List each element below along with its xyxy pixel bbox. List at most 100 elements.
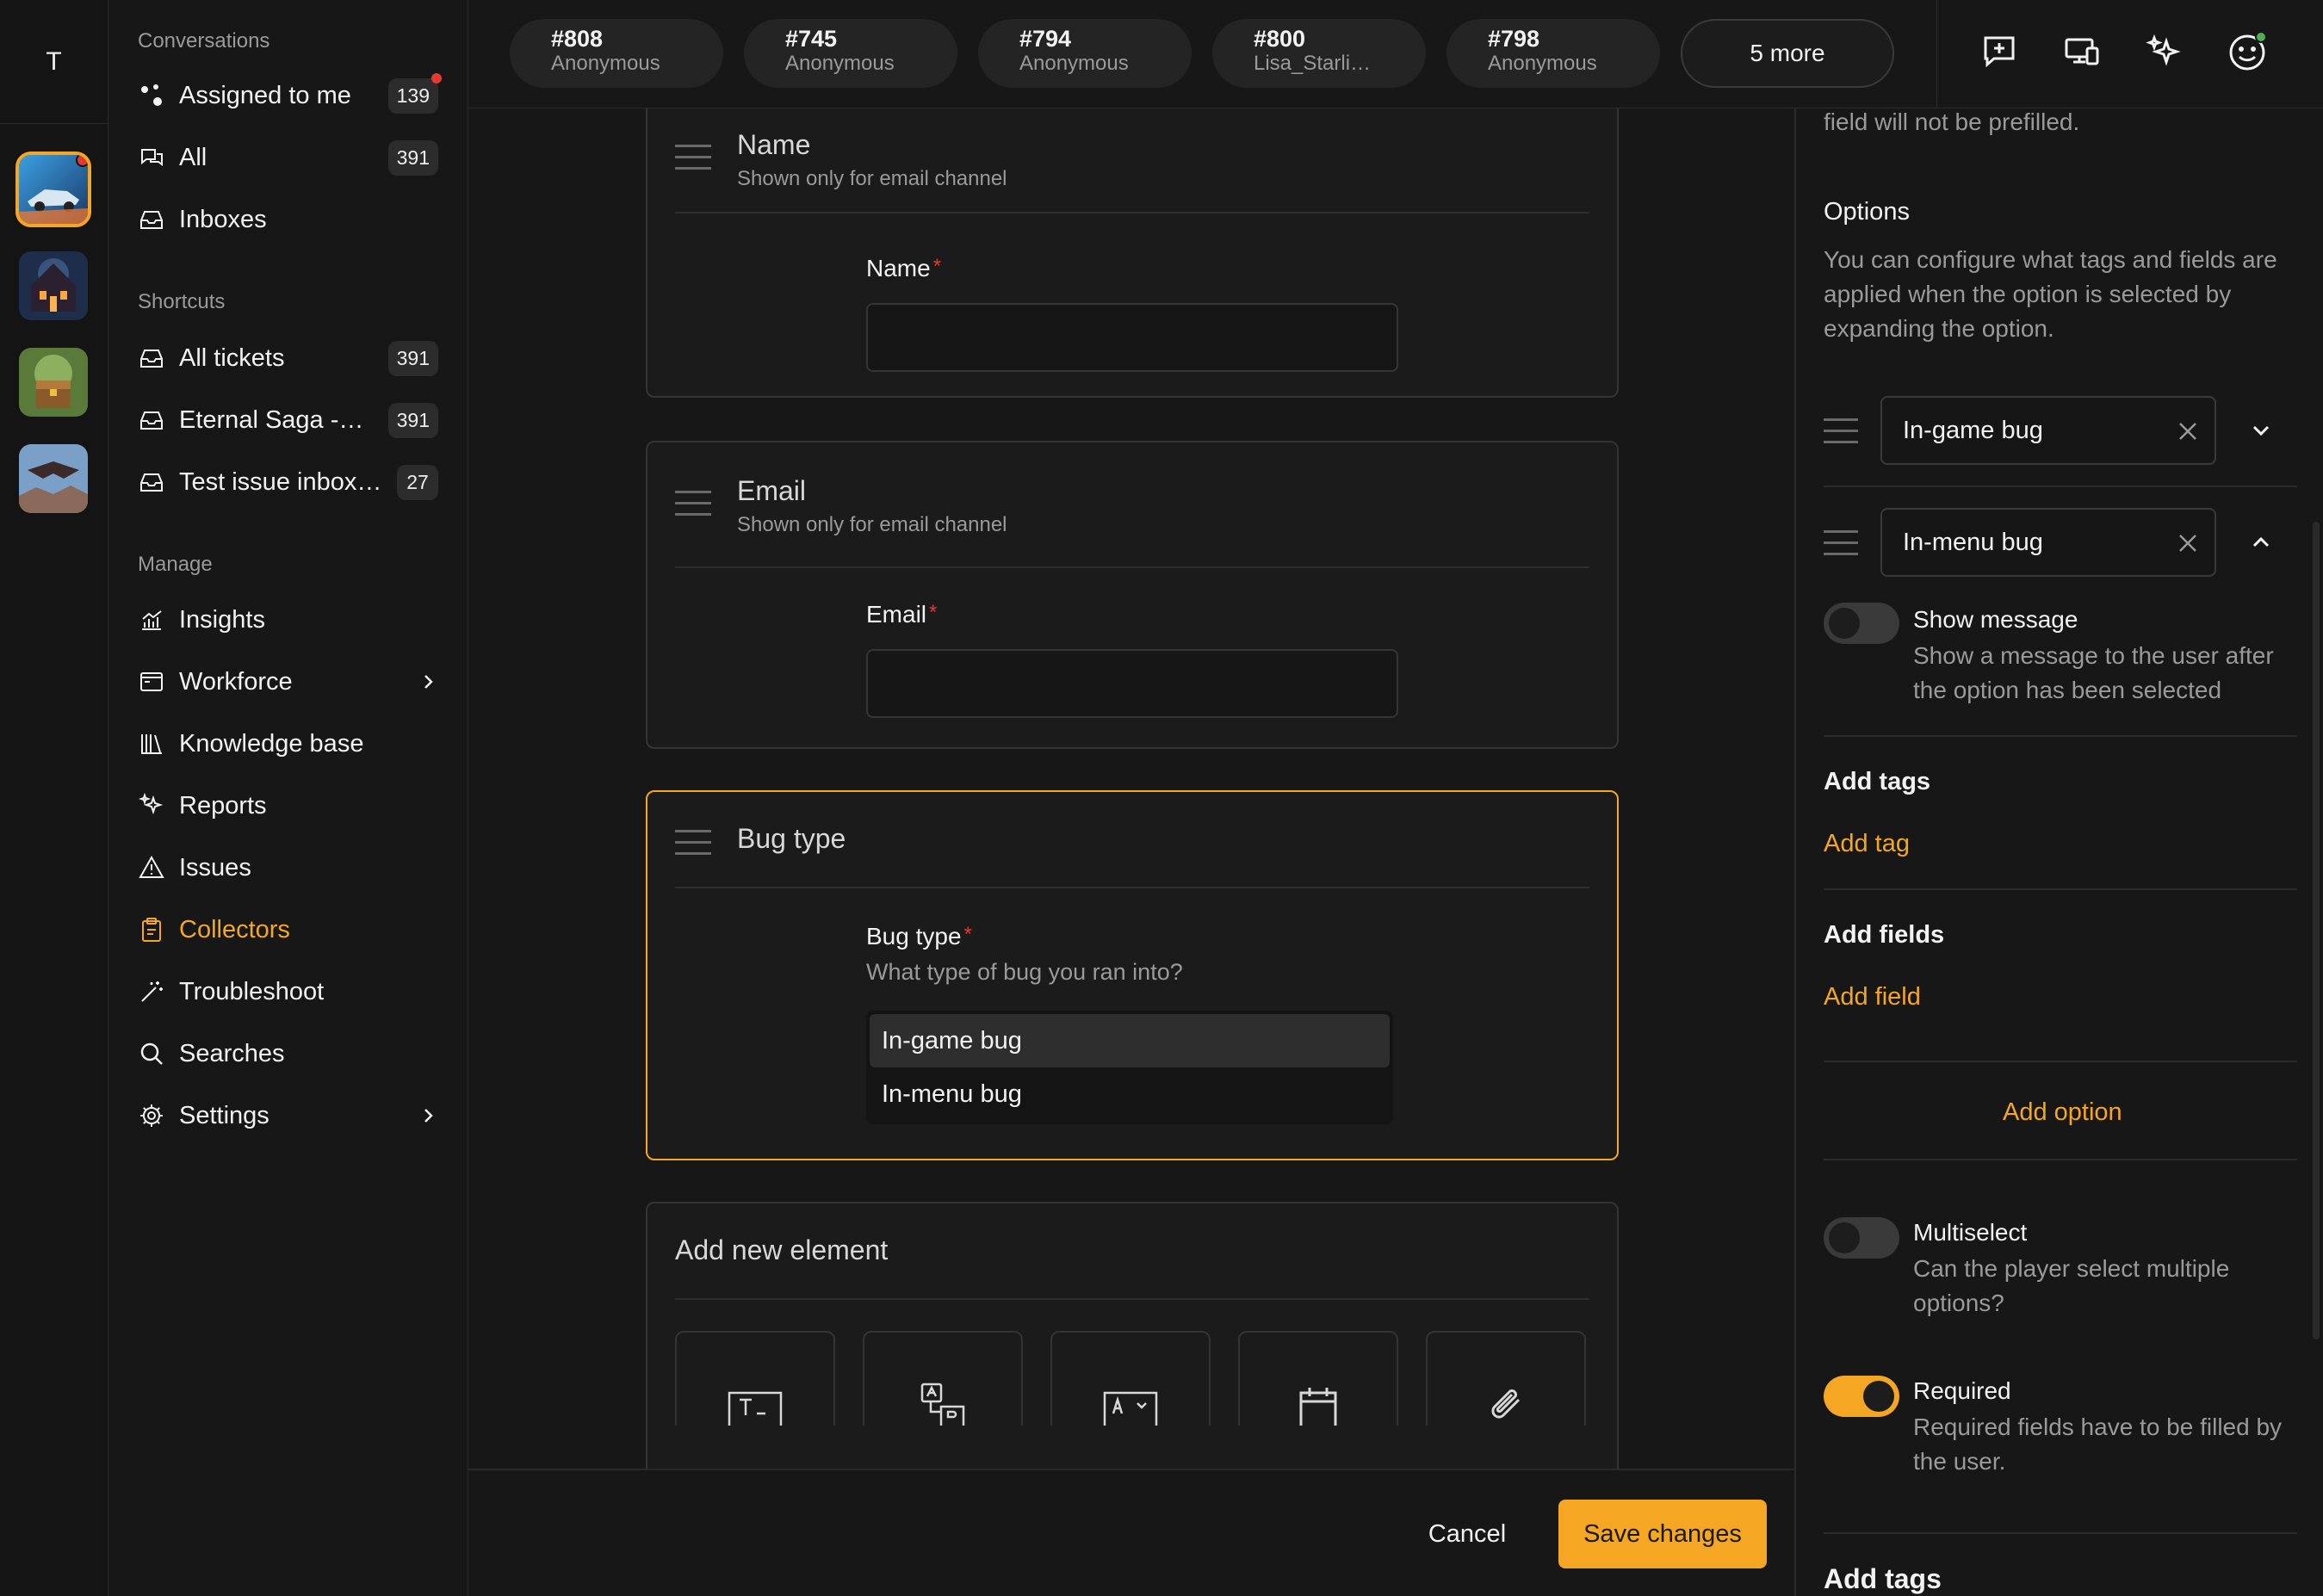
drag-handle-icon[interactable] (675, 830, 711, 863)
required-toggle[interactable] (1824, 1376, 1899, 1417)
drag-handle-icon[interactable] (1824, 530, 1858, 564)
save-changes-button[interactable]: Save changes (1558, 1500, 1767, 1568)
option-in-game-bug[interactable]: In-game bug (870, 1014, 1390, 1067)
element-subtitle: Shown only for email channel (737, 167, 1007, 190)
element-type-text-input[interactable] (675, 1331, 835, 1426)
inbox-icon (138, 406, 165, 434)
count-badge: 391 (387, 402, 438, 438)
add-fields-title: Add fields (1824, 921, 1945, 949)
show-message-title: Show message (1913, 606, 2078, 633)
add-field-link[interactable]: Add field (1824, 983, 1921, 1011)
workspace-avatar-treasure[interactable] (19, 348, 88, 417)
form-builder: Name Shown only for email channel Name * … (468, 108, 1794, 1469)
sidebar-item-assigned-to-me[interactable]: Assigned to me 139 (138, 71, 442, 120)
conversation-tab[interactable]: #745 Anonymous (744, 19, 957, 88)
chevron-down-icon[interactable] (2244, 413, 2278, 448)
drag-handle-icon[interactable] (675, 145, 711, 178)
sidebar-item-label: Eternal Saga -… (179, 405, 364, 434)
magic-wand-icon (138, 978, 165, 1005)
required-mark: * (963, 923, 972, 946)
add-tags-title: Add tags (1824, 768, 1931, 795)
element-title: Name (737, 129, 811, 160)
sidebar-item-workforce[interactable]: Workforce (138, 658, 438, 706)
sidebar-item-reports[interactable]: Reports (138, 782, 438, 830)
sidebar-item-eternal-saga[interactable]: Eternal Saga -… 391 (138, 396, 438, 444)
form-element-name[interactable]: Name Shown only for email channel Name * (646, 108, 1619, 398)
sidebar-item-test-issue-inbox[interactable]: Test issue inbox… 27 (138, 458, 438, 506)
divider (1824, 1061, 2297, 1062)
add-tag-link[interactable]: Add tag (1824, 830, 1910, 858)
devices-icon[interactable] (2061, 31, 2103, 72)
workspace-avatar-dragon[interactable] (19, 444, 88, 513)
drag-handle-icon[interactable] (675, 491, 711, 524)
conversation-tab[interactable]: #808 Anonymous (510, 19, 723, 88)
panel-scrollbar[interactable] (2313, 522, 2320, 1339)
element-type-date[interactable] (1238, 1331, 1398, 1426)
required-description: Required fields have to be filled by the… (1913, 1414, 2283, 1475)
count-badge: 27 (397, 464, 438, 500)
conversation-tab[interactable]: #798 Anonymous (1446, 19, 1660, 88)
options-title: Options (1824, 198, 1910, 226)
workspace-rail: T (0, 0, 108, 1596)
element-type-dropdown[interactable] (1050, 1331, 1211, 1426)
user-status-icon[interactable] (2227, 31, 2268, 72)
form-element-email[interactable]: Email Shown only for email channel Email… (646, 441, 1619, 749)
show-message-description: Show a message to the user after the opt… (1913, 642, 2274, 703)
divider (675, 566, 1589, 568)
chat-bubbles-icon (138, 144, 165, 171)
new-message-icon[interactable] (1979, 31, 2020, 72)
close-icon[interactable] (2177, 420, 2199, 442)
workspace-initial[interactable]: T (0, 0, 108, 124)
field-label: Bug type * (866, 923, 972, 950)
email-input[interactable] (866, 649, 1398, 718)
sidebar-item-collectors[interactable]: Collectors (138, 906, 438, 954)
drag-handle-icon[interactable] (1824, 418, 1858, 452)
name-input[interactable] (866, 303, 1398, 372)
ai-sparkle-icon[interactable] (2144, 31, 2185, 72)
conversation-tab[interactable]: #800 Lisa_Starli… (1212, 19, 1426, 88)
option-input-in-game-bug[interactable]: In-game bug (1880, 396, 2216, 465)
option-input-in-menu-bug[interactable]: In-menu bug (1880, 508, 2216, 577)
inbox-icon (138, 468, 165, 496)
close-icon[interactable] (2177, 532, 2199, 554)
multiselect-toggle[interactable] (1824, 1217, 1899, 1259)
add-option-button[interactable]: Add option (2003, 1098, 2122, 1127)
chevron-up-icon[interactable] (2244, 525, 2278, 560)
paperclip-icon (1484, 1384, 1527, 1426)
sidebar-item-inboxes[interactable]: Inboxes (138, 195, 438, 244)
field-hint: What type of bug you ran into? (866, 959, 1183, 985)
show-message-toggle[interactable] (1824, 603, 1899, 644)
assigned-dots-icon (138, 82, 165, 109)
sidebar-item-label: Knowledge base (179, 729, 364, 758)
sidebar-item-troubleshoot[interactable]: Troubleshoot (138, 968, 438, 1016)
form-element-bug-type[interactable]: Bug type Bug type * What type of bug you … (646, 790, 1619, 1160)
add-new-element-panel: Add new element (646, 1202, 1619, 1469)
field-label: Name * (866, 255, 942, 281)
more-tabs-button[interactable]: 5 more (1681, 19, 1894, 88)
chevron-right-icon (418, 671, 438, 692)
workspace-avatar-racing[interactable] (15, 152, 91, 227)
divider (675, 887, 1589, 888)
option-in-menu-bug[interactable]: In-menu bug (870, 1067, 1390, 1121)
element-settings-panel: field will not be prefilled. Options You… (1794, 108, 2323, 1596)
sidebar-item-insights[interactable]: Insights (138, 596, 438, 644)
divider (1824, 486, 2297, 487)
library-icon (138, 730, 165, 758)
element-type-choice[interactable] (863, 1331, 1023, 1426)
tab-number: #794 (1019, 26, 1072, 52)
conversation-tab[interactable]: #794 Anonymous (978, 19, 1192, 88)
sidebar-item-knowledge-base[interactable]: Knowledge base (138, 720, 438, 768)
cancel-button[interactable]: Cancel (1398, 1500, 1536, 1568)
element-type-attachment[interactable] (1426, 1331, 1586, 1426)
sidebar-item-searches[interactable]: Searches (138, 1030, 438, 1078)
sidebar-item-all[interactable]: All 391 (138, 133, 438, 182)
sidebar-item-label: Searches (179, 1039, 285, 1067)
sidebar-item-label: Issues (179, 853, 251, 882)
workspace-avatar-mansion[interactable] (19, 251, 88, 320)
sidebar-item-settings[interactable]: Settings (138, 1092, 438, 1140)
sidebar-item-label: Troubleshoot (179, 977, 325, 1005)
sidebar-item-issues[interactable]: Issues (138, 844, 438, 892)
tab-number: #808 (551, 26, 604, 52)
sidebar-item-all-tickets[interactable]: All tickets 391 (138, 334, 438, 382)
notification-dot (76, 155, 88, 167)
